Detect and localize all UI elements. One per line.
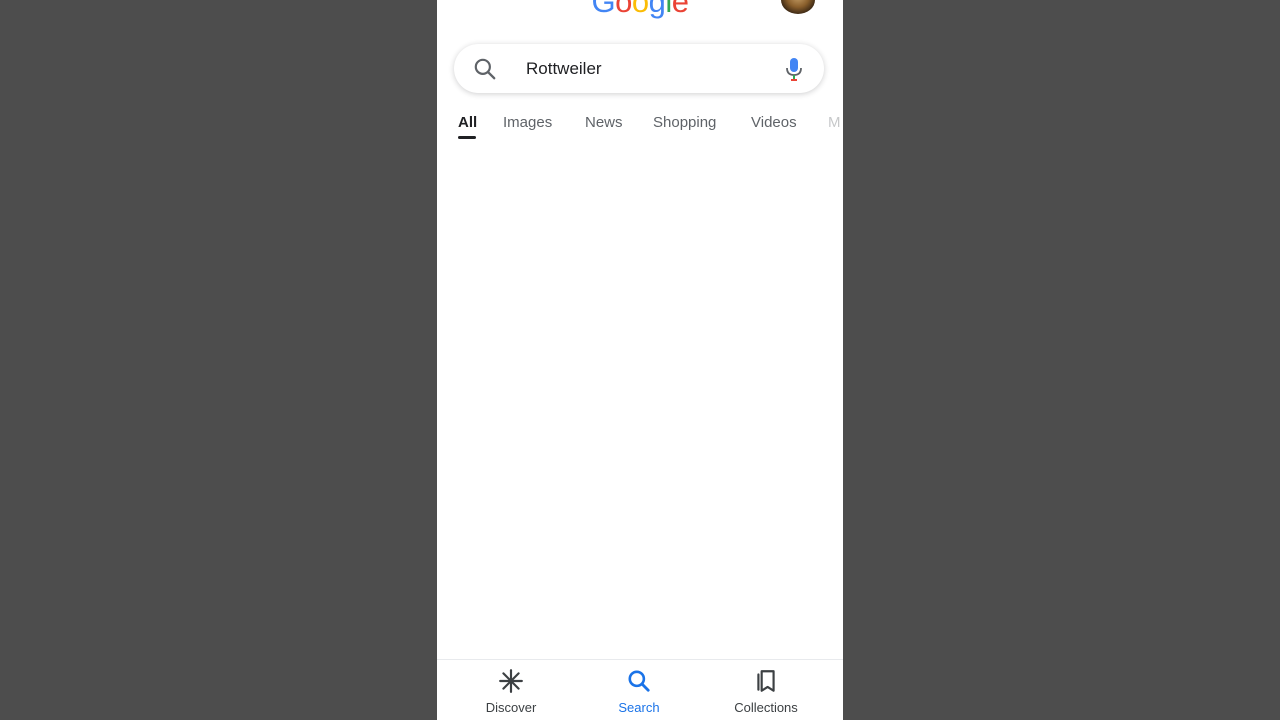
logo-letter: o <box>631 0 649 19</box>
bottom-navigation: Discover Search Collections <box>437 659 843 720</box>
logo-letter: e <box>671 0 689 19</box>
tab-images[interactable]: Images <box>503 114 552 132</box>
logo-letter: o <box>615 0 632 19</box>
search-input[interactable]: Rottweiler <box>526 58 602 80</box>
tab-videos[interactable]: Videos <box>751 114 797 132</box>
phone-screen: Google Rottweiler All Images News Shoppi… <box>437 0 843 720</box>
logo-letter: G <box>591 0 616 19</box>
tab-news[interactable]: News <box>585 114 623 132</box>
active-tab-indicator <box>458 136 476 139</box>
discover-asterisk-icon <box>499 669 523 693</box>
nav-search-label: Search <box>618 700 660 715</box>
collections-icon <box>757 670 775 692</box>
mic-icon[interactable] <box>784 56 804 82</box>
search-tabs: All Images News Shopping Videos M <box>437 108 843 140</box>
logo-letter: g <box>648 0 666 19</box>
nav-search[interactable]: Search <box>584 668 694 720</box>
tab-all[interactable]: All <box>458 114 477 132</box>
nav-discover-label: Discover <box>485 700 537 715</box>
search-bar[interactable]: Rottweiler <box>454 44 824 93</box>
nav-collections[interactable]: Collections <box>711 668 821 720</box>
search-icon[interactable] <box>472 56 498 82</box>
nav-discover[interactable]: Discover <box>456 668 566 720</box>
tab-shopping[interactable]: Shopping <box>653 114 716 132</box>
tab-more[interactable]: M <box>828 114 841 132</box>
search-icon <box>628 670 650 692</box>
nav-collections-label: Collections <box>734 700 798 715</box>
